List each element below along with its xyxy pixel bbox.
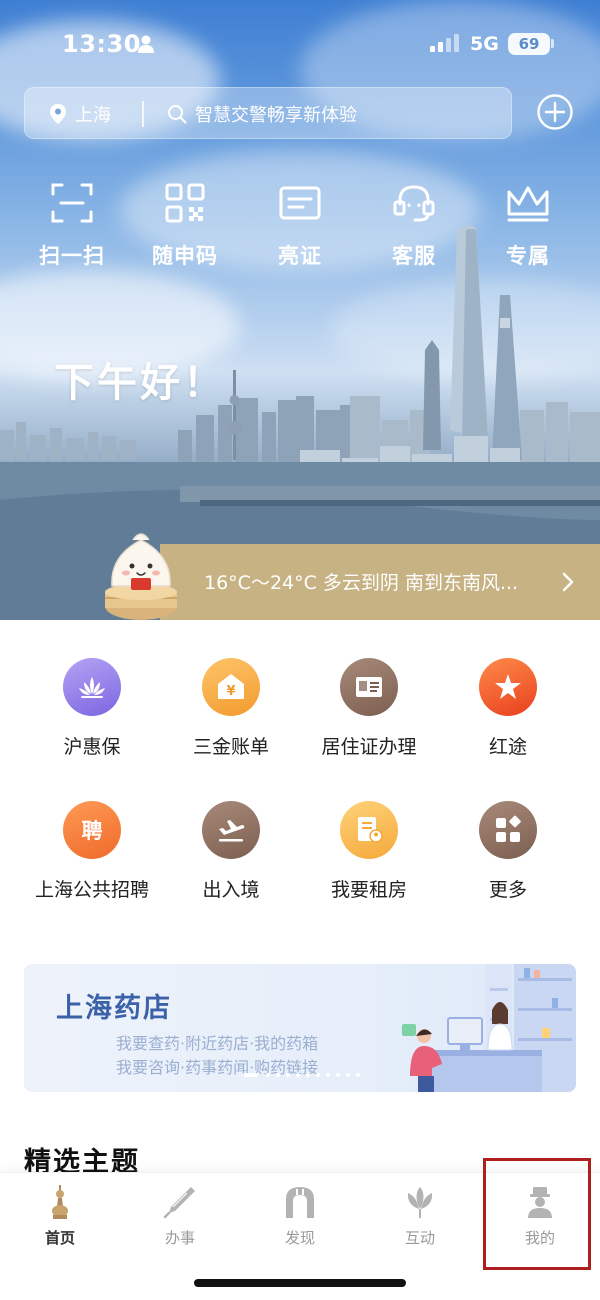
- service-icon-circle: [340, 658, 398, 716]
- search-input[interactable]: 智慧交警畅享新体验: [195, 101, 357, 127]
- home-tower-icon: [52, 1185, 68, 1219]
- tab-label: 办事: [164, 1229, 195, 1247]
- signal-icon: [430, 34, 459, 52]
- qr-code-icon: [165, 183, 205, 223]
- dumpling-mascot-icon: [105, 533, 177, 620]
- service-label: 我要租房: [330, 879, 407, 901]
- quick-action-exclusive[interactable]: 专属: [478, 180, 578, 280]
- red-star-icon: [495, 674, 521, 699]
- airplane-icon: [219, 820, 245, 842]
- service-icon-circle: [340, 801, 398, 859]
- chevron-right-icon: [562, 572, 574, 592]
- quick-action-label: 客服: [392, 244, 436, 268]
- weather-bar[interactable]: 16°C～24°C 多云到阴 南到东南风...: [160, 544, 600, 620]
- service-shanghai-recruitment[interactable]: 聘 上海公共招聘: [22, 801, 162, 902]
- search-divider: [142, 101, 144, 127]
- rent-document-icon: [358, 817, 383, 843]
- tab-interact[interactable]: 互动: [370, 1185, 470, 1253]
- yuan-house-icon: ¥: [218, 674, 244, 699]
- search-bar[interactable]: 上海 智慧交警畅享新体验: [24, 87, 512, 139]
- tab-services[interactable]: 办事: [130, 1185, 230, 1253]
- weather-text: 16°C～24°C 多云到阴 南到东南风...: [204, 572, 519, 594]
- status-time: 13:30: [62, 30, 141, 58]
- quick-action-show-id[interactable]: 亮证: [250, 180, 350, 280]
- headset-icon: [393, 185, 435, 222]
- tab-label: 互动: [404, 1229, 435, 1247]
- svg-text:¥: ¥: [226, 684, 235, 699]
- service-label: 居住证办理: [321, 736, 417, 758]
- highlight-box: [483, 1158, 591, 1270]
- svg-text:聘: 聘: [82, 819, 103, 843]
- pharmacy-illustration: [402, 964, 576, 1092]
- quick-action-label: 专属: [506, 244, 550, 268]
- pharmacy-banner[interactable]: 上海药店 我要查药·附近药店·我的药箱 我要咨询·药事药闻·购药链接: [24, 964, 576, 1092]
- service-icon-circle: 聘: [63, 801, 121, 859]
- id-card-icon: [279, 186, 321, 220]
- arch-icon: [286, 1187, 314, 1218]
- home-indicator: [194, 1279, 406, 1287]
- service-immigration[interactable]: 出入境: [161, 801, 301, 902]
- banner-subtitle-line1: 我要查药·附近药店·我的药箱: [116, 1034, 319, 1053]
- service-red-route[interactable]: 红途: [438, 658, 578, 759]
- pen-icon: [163, 1187, 195, 1219]
- greeting-text: 下午好！: [54, 360, 226, 406]
- magnolia-icon: [407, 1187, 433, 1218]
- banner-title: 上海药店: [56, 993, 172, 1024]
- service-more[interactable]: 更多: [438, 801, 578, 902]
- service-rent-house[interactable]: 我要租房: [299, 801, 439, 902]
- quick-action-customer-service[interactable]: 客服: [364, 180, 464, 280]
- add-button[interactable]: [536, 93, 574, 131]
- battery-tip: [551, 39, 554, 48]
- residence-card-icon: [356, 677, 382, 697]
- service-label: 更多: [488, 879, 527, 901]
- battery-icon: 69: [508, 33, 550, 55]
- quick-action-label: 随申码: [152, 244, 218, 268]
- tab-discover[interactable]: 发现: [250, 1185, 350, 1253]
- service-label: 出入境: [202, 879, 260, 901]
- quick-action-label: 扫一扫: [39, 244, 105, 268]
- service-icon-circle: [479, 801, 537, 859]
- service-label: 沪惠保: [63, 736, 121, 758]
- lotus-icon: [79, 677, 105, 698]
- service-icon-circle: [479, 658, 537, 716]
- service-icon-circle: ¥: [202, 658, 260, 716]
- tab-label: 首页: [44, 1229, 75, 1247]
- service-residence-permit[interactable]: 居住证办理: [299, 658, 439, 759]
- quick-action-qr-code[interactable]: 随申码: [135, 180, 235, 280]
- service-icon-circle: [202, 801, 260, 859]
- location-pin-icon: [50, 104, 66, 124]
- recruit-icon: 聘: [82, 819, 103, 843]
- quick-action-scan[interactable]: 扫一扫: [22, 180, 122, 280]
- service-label: 上海公共招聘: [34, 879, 149, 901]
- more-grid-icon: [496, 815, 521, 842]
- carousel-dots: [244, 1073, 360, 1077]
- service-icon-circle: [63, 658, 121, 716]
- scan-icon: [51, 183, 93, 223]
- tab-label: 发现: [284, 1229, 315, 1247]
- location-selector[interactable]: 上海: [75, 101, 111, 127]
- service-three-funds-bill[interactable]: ¥ 三金账单: [161, 658, 301, 759]
- service-label: 红途: [488, 736, 527, 758]
- crown-icon: [507, 186, 549, 222]
- person-icon: [138, 35, 154, 53]
- network-type: 5G: [470, 33, 499, 55]
- tab-home[interactable]: 首页: [10, 1185, 110, 1253]
- service-hu-hui-bao[interactable]: 沪惠保: [22, 658, 162, 759]
- status-bar: 13:30 5G 69: [0, 0, 600, 90]
- quick-action-label: 亮证: [278, 244, 322, 268]
- search-icon: [168, 105, 187, 124]
- service-label: 三金账单: [192, 736, 269, 758]
